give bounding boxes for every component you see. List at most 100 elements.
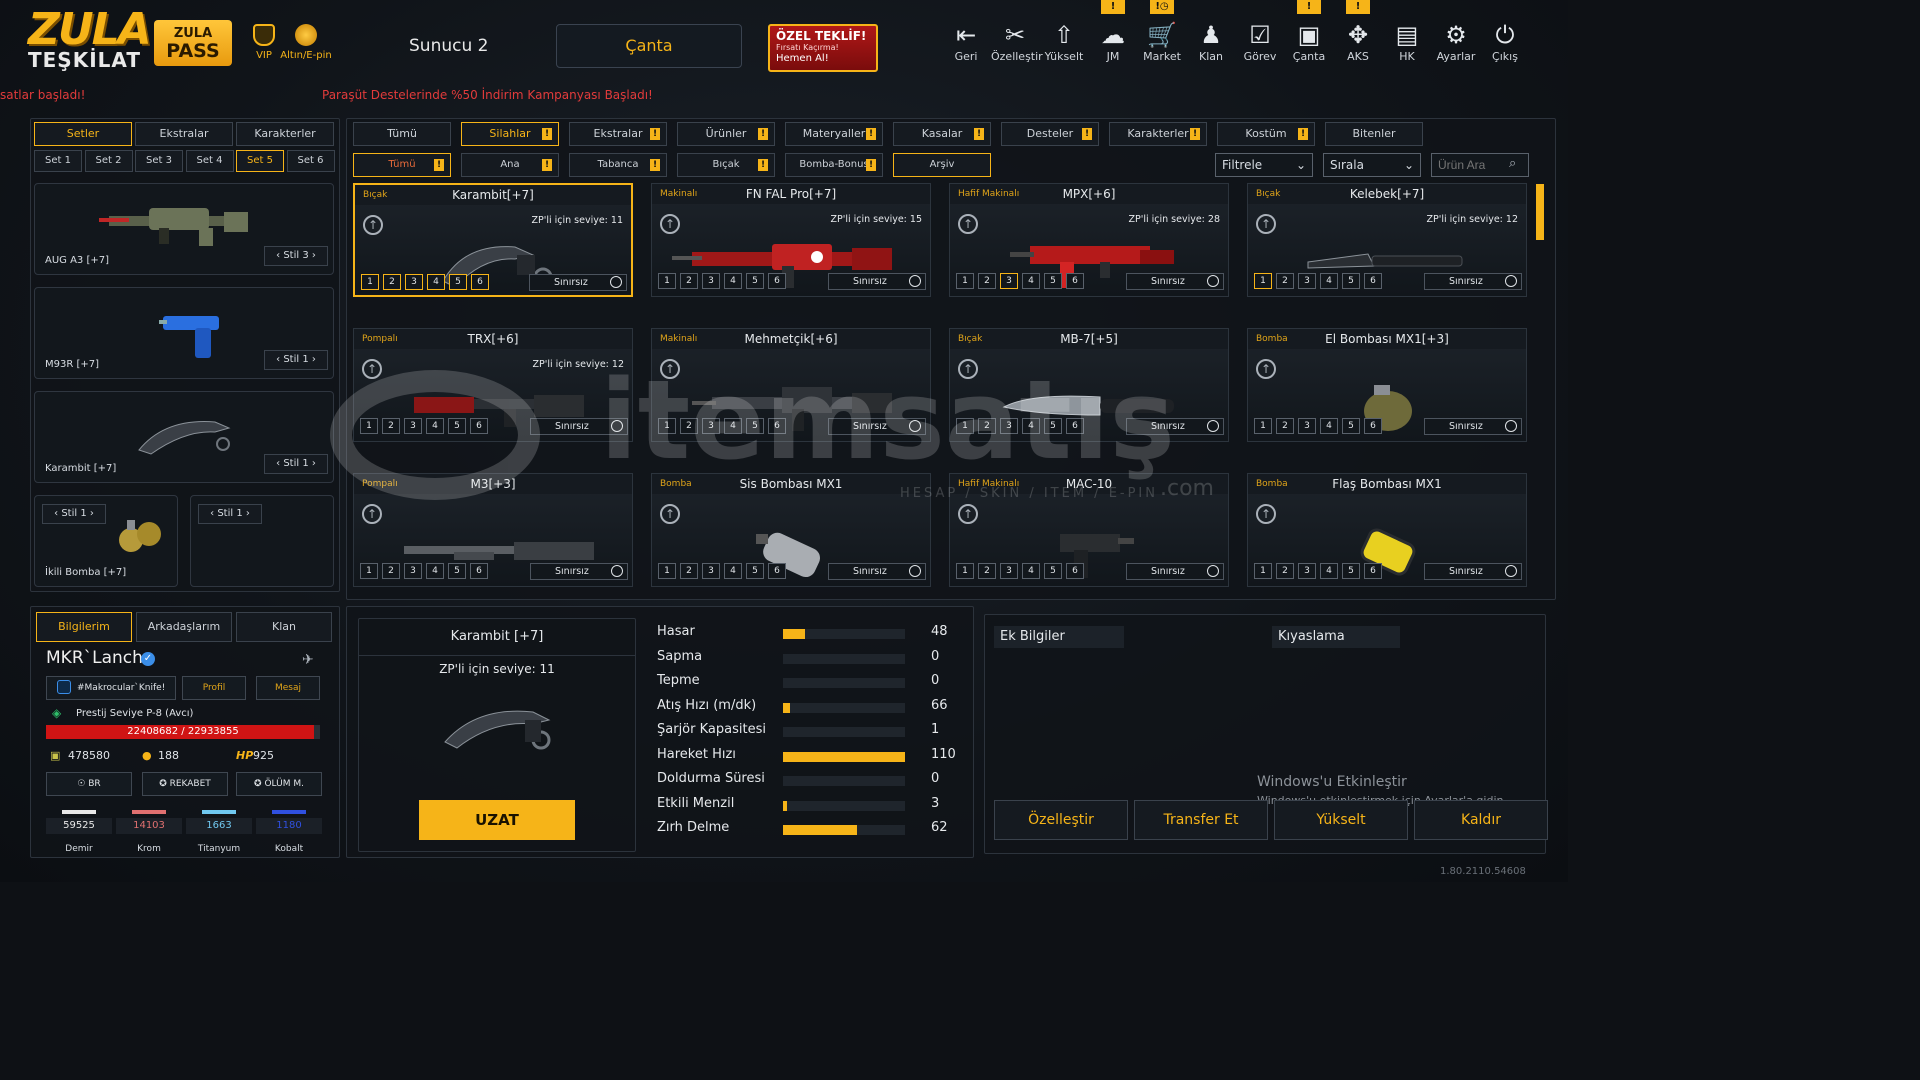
level-box[interactable]: 5 [1044, 418, 1062, 434]
level-box[interactable]: 6 [1066, 418, 1084, 434]
item-card[interactable]: Bıçak Karambit[+7] ↑ ZP'li için seviye: 11 1… [353, 183, 633, 297]
level-box[interactable]: 6 [768, 273, 786, 289]
item-card[interactable]: Pompalı TRX[+6] ↑ ZP'li için seviye: 12 1 2 3 4… [353, 328, 633, 442]
nav-yukselt[interactable]: ⇧ Yükselt [1040, 20, 1088, 63]
nav-jm[interactable]: ☁ JM! [1089, 0, 1137, 63]
upgrade-arrow-icon[interactable]: ↑ [363, 215, 383, 235]
level-box[interactable]: 4 [1022, 418, 1040, 434]
nav-ozellestir[interactable]: ✂ Özelleştir [991, 20, 1043, 63]
item-card[interactable]: Bomba Sis Bombası MX1 ↑ 1 2 3 4 5 6 Sınırsız [651, 473, 931, 587]
upgrade-arrow-icon[interactable]: ↑ [1256, 359, 1276, 379]
level-box[interactable]: 3 [1298, 563, 1316, 579]
upgrade-arrow-icon[interactable]: ↑ [958, 214, 978, 234]
canta-button[interactable]: Çanta [556, 24, 742, 68]
level-box[interactable]: 3 [1000, 418, 1018, 434]
category-tab-tumu[interactable]: Tümü [353, 122, 451, 146]
level-box[interactable]: 4 [426, 418, 444, 434]
upgrade-arrow-icon[interactable]: ↑ [362, 504, 382, 524]
level-box[interactable]: 3 [702, 418, 720, 434]
level-box[interactable]: 2 [382, 418, 400, 434]
tab-ekstralar[interactable]: Ekstralar [135, 122, 233, 146]
level-box[interactable]: 6 [471, 274, 489, 290]
subtab-bicak[interactable]: Bıçak! [677, 153, 775, 177]
level-box[interactable]: 5 [1342, 418, 1360, 434]
nav-cikis[interactable]: ⏻ Çıkış [1481, 20, 1529, 63]
level-box[interactable]: 1 [1254, 418, 1272, 434]
level-box[interactable]: 3 [702, 273, 720, 289]
level-box[interactable]: 2 [1276, 563, 1294, 579]
profile-tab-arkadaslarim[interactable]: Arkadaşlarım [136, 612, 232, 642]
level-box[interactable]: 4 [426, 563, 444, 579]
grid-scrollbar[interactable] [1536, 184, 1544, 240]
subtab-arsiv[interactable]: Arşiv [893, 153, 991, 177]
subtab-bomba-bonus[interactable]: Bomba-Bonus! [785, 153, 883, 177]
level-box[interactable]: 4 [724, 563, 742, 579]
level-box[interactable]: 1 [361, 274, 379, 290]
level-box[interactable]: 6 [470, 563, 488, 579]
upgrade-arrow-icon[interactable]: ↑ [1256, 214, 1276, 234]
nav-ayarlar[interactable]: ⚙ Ayarlar [1432, 20, 1480, 63]
mode-olum[interactable]: ✪ ÖLÜM M. [236, 772, 322, 796]
level-box[interactable]: 3 [1000, 563, 1018, 579]
item-card[interactable]: Makinalı Mehmetçik[+6] ↑ 1 2 3 4 5 6 Sınırsız [651, 328, 931, 442]
style-selector[interactable]: ‹ Stil 1 › [198, 504, 262, 524]
upgrade-arrow-icon[interactable]: ↑ [1256, 504, 1276, 524]
level-box[interactable]: 1 [360, 563, 378, 579]
item-card[interactable]: Hafif Makinalı MPX[+6] ↑ ZP'li için seviye:… [949, 183, 1229, 297]
level-box[interactable]: 2 [1276, 418, 1294, 434]
upgrade-arrow-icon[interactable]: ↑ [660, 359, 680, 379]
category-tab-urunler[interactable]: Ürünler! [677, 122, 775, 146]
level-box[interactable]: 2 [382, 563, 400, 579]
level-box[interactable]: 5 [1044, 273, 1062, 289]
level-box[interactable]: 1 [658, 273, 676, 289]
level-box[interactable]: 5 [746, 273, 764, 289]
category-tab-kostum[interactable]: Kostüm! [1217, 122, 1315, 146]
upgrade-arrow-icon[interactable]: ↑ [958, 359, 978, 379]
style-selector[interactable]: ‹ Stil 1 › [264, 454, 328, 474]
level-box[interactable]: 2 [680, 563, 698, 579]
level-box[interactable]: 2 [1276, 273, 1294, 289]
set-tab-5[interactable]: Set 5 [236, 150, 284, 172]
mode-rekabet[interactable]: ✪ REKABET [142, 772, 228, 796]
nav-canta[interactable]: ▣ Çanta! [1285, 0, 1333, 63]
set-tab-1[interactable]: Set 1 [34, 150, 82, 172]
level-box[interactable]: 2 [680, 273, 698, 289]
level-box[interactable]: 5 [746, 563, 764, 579]
level-box[interactable]: 6 [470, 418, 488, 434]
level-box[interactable]: 2 [978, 273, 996, 289]
level-box[interactable]: 1 [956, 273, 974, 289]
extend-button[interactable]: UZAT [419, 800, 575, 840]
level-box[interactable]: 6 [1364, 563, 1382, 579]
filter-select[interactable]: Filtrele ⌄ [1215, 153, 1313, 177]
level-box[interactable]: 2 [383, 274, 401, 290]
ozellestir-button[interactable]: Özelleştir [994, 800, 1128, 840]
nav-hk[interactable]: ▤ HK [1383, 20, 1431, 63]
category-tab-silahlar[interactable]: Silahlar! [461, 122, 559, 146]
level-box[interactable]: 4 [427, 274, 445, 290]
level-box[interactable]: 1 [1254, 273, 1272, 289]
level-box[interactable]: 5 [1342, 563, 1360, 579]
message-button[interactable]: Mesaj [256, 676, 320, 700]
level-box[interactable]: 4 [1022, 563, 1040, 579]
level-box[interactable]: 4 [1320, 563, 1338, 579]
level-box[interactable]: 3 [404, 563, 422, 579]
item-card[interactable]: Bomba Flaş Bombası MX1 ↑ 1 2 3 4 5 6 Sınırsız [1247, 473, 1527, 587]
item-card[interactable]: Bıçak MB-7[+5] ↑ 1 2 3 4 5 6 Sınırsız [949, 328, 1229, 442]
level-box[interactable]: 5 [1342, 273, 1360, 289]
level-box[interactable]: 6 [1364, 273, 1382, 289]
item-card[interactable]: Pompalı M3[+3] ↑ 1 2 3 4 5 6 Sınırsız [353, 473, 633, 587]
level-box[interactable]: 3 [1298, 418, 1316, 434]
level-box[interactable]: 2 [680, 418, 698, 434]
level-box[interactable]: 4 [1022, 273, 1040, 289]
level-box[interactable]: 1 [956, 563, 974, 579]
item-card[interactable]: Hafif Makinalı MAC-10 ↑ 1 2 3 4 5 6 Sınırsız [949, 473, 1229, 587]
kaldir-button[interactable]: Kaldır [1414, 800, 1548, 840]
level-box[interactable]: 1 [1254, 563, 1272, 579]
level-box[interactable]: 5 [449, 274, 467, 290]
level-box[interactable]: 3 [1000, 273, 1018, 289]
transfer-et-button[interactable]: Transfer Et [1134, 800, 1268, 840]
level-box[interactable]: 5 [746, 418, 764, 434]
category-tab-karakterler[interactable]: Karakterler! [1109, 122, 1207, 146]
level-box[interactable]: 5 [448, 563, 466, 579]
subtab-tabanca[interactable]: Tabanca! [569, 153, 667, 177]
